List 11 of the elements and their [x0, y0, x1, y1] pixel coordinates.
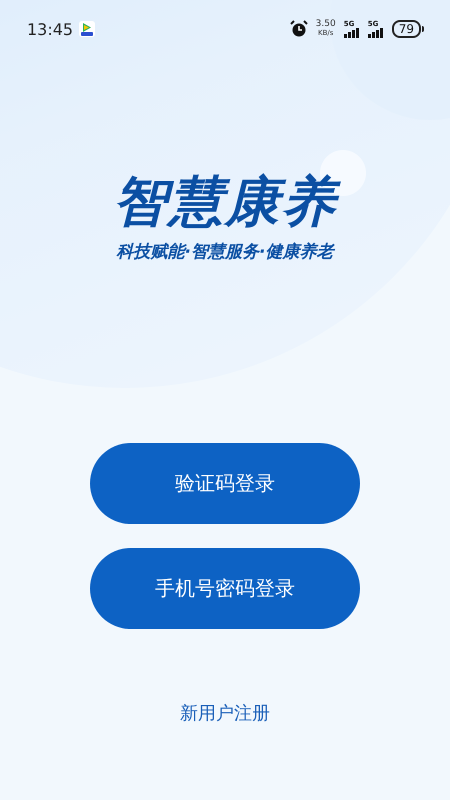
- register-link[interactable]: 新用户注册: [180, 703, 270, 724]
- video-app-icon: [79, 21, 96, 37]
- signal-icon: [344, 28, 360, 38]
- login-button[interactable]: 手机号密码登录: [90, 548, 360, 629]
- battery-level: 79: [392, 20, 421, 38]
- app-slogan: 科技赋能·智慧服务·健康养老: [116, 241, 334, 263]
- signal-icon: [368, 28, 384, 38]
- alarm-icon: [290, 20, 308, 38]
- speed-value: 3.50: [316, 20, 336, 29]
- status-time: 13:45: [27, 20, 74, 38]
- login-button[interactable]: 验证码登录: [90, 443, 360, 524]
